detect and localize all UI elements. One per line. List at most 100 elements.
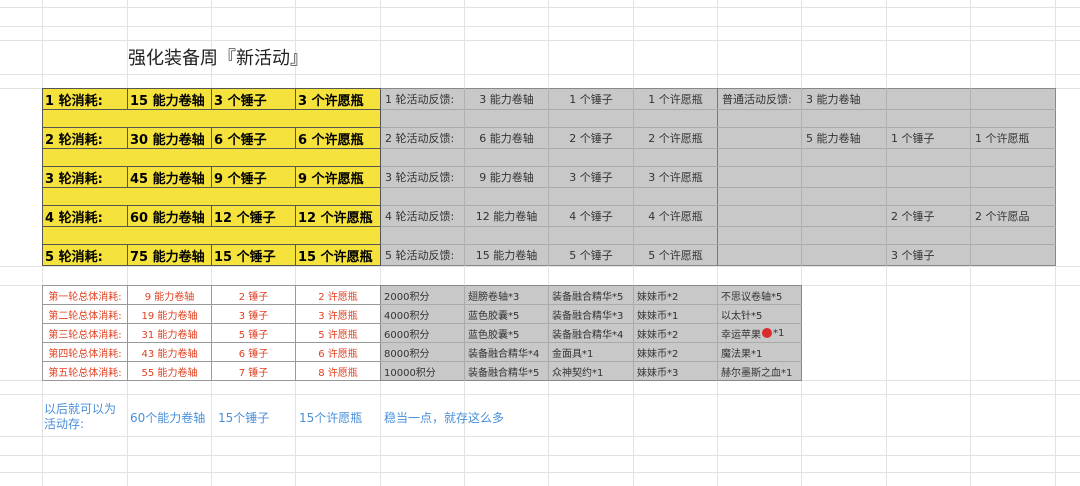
total-bottle-r3[interactable]: 5 许愿瓶	[295, 323, 381, 343]
reward-c-r2[interactable]: 妹妹币*1	[634, 305, 717, 323]
cost-scroll-r4[interactable]: 60 能力卷轴	[127, 205, 212, 227]
cost-spacer-row[interactable]	[42, 109, 381, 128]
cost-scroll-r3[interactable]: 45 能力卷轴	[127, 166, 212, 188]
total-label-r1[interactable]: 第一轮总体消耗:	[42, 285, 128, 305]
feedback-scroll-r3[interactable]: 9 能力卷轴	[465, 167, 548, 187]
cost-hammer-r1[interactable]: 3 个锤子	[211, 88, 296, 110]
total-label-r2[interactable]: 第二轮总体消耗:	[42, 304, 128, 324]
cost-label-r2[interactable]: 2 轮消耗:	[42, 127, 128, 149]
normal-feedback-label[interactable]: 普通活动反馈:	[718, 89, 801, 109]
total-scroll-r1[interactable]: 9 能力卷轴	[127, 285, 212, 305]
feedback-label-r4[interactable]: 4 轮活动反馈:	[381, 206, 464, 226]
feedback-bottle-r3[interactable]: 3 个许愿瓶	[634, 167, 717, 187]
feedback-hammer-r2[interactable]: 2 个锤子	[549, 128, 633, 148]
feedback-bottle-r4[interactable]: 4 个许愿瓶	[634, 206, 717, 226]
spreadsheet-grid[interactable]: 强化装备周『新活动』 1 轮消耗: 15 能力卷轴 3 个锤子 3 个许愿瓶 2…	[0, 0, 1080, 486]
cost-label-r5[interactable]: 5 轮消耗:	[42, 244, 128, 266]
reward-d-r1[interactable]: 不思议卷轴*5	[718, 286, 801, 304]
reward-points-r5[interactable]: 10000积分	[381, 362, 464, 380]
feedback-hammer-r3[interactable]: 3 个锤子	[549, 167, 633, 187]
cost-scroll-r2[interactable]: 30 能力卷轴	[127, 127, 212, 149]
feedback-scroll-r1[interactable]: 3 能力卷轴	[465, 89, 548, 109]
reward-d-r4[interactable]: 魔法果*1	[718, 343, 801, 361]
summary-note[interactable]: 稳当一点，就存这么多	[384, 408, 584, 426]
normal-feedback-r5-hammer[interactable]: 3 个锤子	[887, 245, 970, 265]
reward-d-r5[interactable]: 赫尔墨斯之血*1	[718, 362, 801, 380]
total-hammer-r5[interactable]: 7 锤子	[211, 361, 296, 381]
feedback-scroll-r2[interactable]: 6 能力卷轴	[465, 128, 548, 148]
cost-hammer-r4[interactable]: 12 个锤子	[211, 205, 296, 227]
reward-a-r5[interactable]: 装备融合精华*5	[465, 362, 548, 380]
reward-points-r1[interactable]: 2000积分	[381, 286, 464, 304]
normal-feedback-r4-item[interactable]: 2 个许愿品	[971, 206, 1055, 226]
reward-b-r2[interactable]: 装备融合精华*3	[549, 305, 633, 323]
total-bottle-r4[interactable]: 6 许愿瓶	[295, 342, 381, 362]
sheet-title[interactable]: 强化装备周『新活动』	[128, 42, 428, 72]
cost-hammer-r5[interactable]: 15 个锤子	[211, 244, 296, 266]
reward-c-r3[interactable]: 妹妹币*2	[634, 324, 717, 342]
total-label-r4[interactable]: 第四轮总体消耗:	[42, 342, 128, 362]
cost-bottle-r5[interactable]: 15 个许愿瓶	[295, 244, 381, 266]
total-scroll-r2[interactable]: 19 能力卷轴	[127, 304, 212, 324]
reward-points-r2[interactable]: 4000积分	[381, 305, 464, 323]
cost-spacer-row[interactable]	[42, 226, 381, 245]
reward-b-r3[interactable]: 装备融合精华*4	[549, 324, 633, 342]
reward-b-r5[interactable]: 众神契约*1	[549, 362, 633, 380]
normal-feedback-r2-hammer[interactable]: 1 个锤子	[887, 128, 970, 148]
total-hammer-r3[interactable]: 5 锤子	[211, 323, 296, 343]
feedback-scroll-r5[interactable]: 15 能力卷轴	[465, 245, 548, 265]
feedback-label-r2[interactable]: 2 轮活动反馈:	[381, 128, 464, 148]
feedback-hammer-r1[interactable]: 1 个锤子	[549, 89, 633, 109]
normal-feedback-r2-scroll[interactable]: 5 能力卷轴	[802, 128, 886, 148]
reward-c-r4[interactable]: 妹妹币*2	[634, 343, 717, 361]
cost-spacer-row[interactable]	[42, 148, 381, 167]
cost-label-r3[interactable]: 3 轮消耗:	[42, 166, 128, 188]
normal-feedback-r2-bottle[interactable]: 1 个许愿瓶	[971, 128, 1055, 148]
total-scroll-r5[interactable]: 55 能力卷轴	[127, 361, 212, 381]
cost-bottle-r1[interactable]: 3 个许愿瓶	[295, 88, 381, 110]
cost-label-r1[interactable]: 1 轮消耗:	[42, 88, 128, 110]
summary-bottle[interactable]: 15个许愿瓶	[299, 408, 379, 426]
total-bottle-r2[interactable]: 3 许愿瓶	[295, 304, 381, 324]
summary-hammer[interactable]: 15个锤子	[218, 408, 294, 426]
cost-hammer-r2[interactable]: 6 个锤子	[211, 127, 296, 149]
reward-d-r2[interactable]: 以太针*5	[718, 305, 801, 323]
feedback-scroll-r4[interactable]: 12 能力卷轴	[465, 206, 548, 226]
summary-scroll[interactable]: 60个能力卷轴	[130, 408, 212, 426]
cost-bottle-r3[interactable]: 9 个许愿瓶	[295, 166, 381, 188]
cost-spacer-row[interactable]	[42, 187, 381, 206]
reward-points-r3[interactable]: 6000积分	[381, 324, 464, 342]
cost-hammer-r3[interactable]: 9 个锤子	[211, 166, 296, 188]
cost-bottle-r4[interactable]: 12 个许愿瓶	[295, 205, 381, 227]
cost-bottle-r2[interactable]: 6 个许愿瓶	[295, 127, 381, 149]
feedback-label-r5[interactable]: 5 轮活动反馈:	[381, 245, 464, 265]
total-bottle-r1[interactable]: 2 许愿瓶	[295, 285, 381, 305]
summary-label[interactable]: 以后就可以为活动存:	[44, 400, 124, 434]
feedback-bottle-r2[interactable]: 2 个许愿瓶	[634, 128, 717, 148]
feedback-label-r1[interactable]: 1 轮活动反馈:	[381, 89, 464, 109]
reward-a-r2[interactable]: 蓝色胶囊*5	[465, 305, 548, 323]
total-scroll-r3[interactable]: 31 能力卷轴	[127, 323, 212, 343]
feedback-hammer-r5[interactable]: 5 个锤子	[549, 245, 633, 265]
total-hammer-r2[interactable]: 3 锤子	[211, 304, 296, 324]
feedback-label-r3[interactable]: 3 轮活动反馈:	[381, 167, 464, 187]
reward-a-r1[interactable]: 翅膀卷轴*3	[465, 286, 548, 304]
normal-feedback-r4-hammer[interactable]: 2 个锤子	[887, 206, 970, 226]
cost-scroll-r1[interactable]: 15 能力卷轴	[127, 88, 212, 110]
total-scroll-r4[interactable]: 43 能力卷轴	[127, 342, 212, 362]
reward-d-r3[interactable]: 幸运苹果 *1	[718, 324, 801, 342]
reward-a-r4[interactable]: 装备融合精华*4	[465, 343, 548, 361]
feedback-bottle-r5[interactable]: 5 个许愿瓶	[634, 245, 717, 265]
total-hammer-r4[interactable]: 6 锤子	[211, 342, 296, 362]
total-hammer-r1[interactable]: 2 锤子	[211, 285, 296, 305]
reward-b-r4[interactable]: 金面具*1	[549, 343, 633, 361]
normal-feedback-r1-scroll[interactable]: 3 能力卷轴	[802, 89, 886, 109]
reward-b-r1[interactable]: 装备融合精华*5	[549, 286, 633, 304]
total-label-r3[interactable]: 第三轮总体消耗:	[42, 323, 128, 343]
reward-c-r5[interactable]: 妹妹币*3	[634, 362, 717, 380]
reward-a-r3[interactable]: 蓝色胶囊*5	[465, 324, 548, 342]
cost-scroll-r5[interactable]: 75 能力卷轴	[127, 244, 212, 266]
feedback-bottle-r1[interactable]: 1 个许愿瓶	[634, 89, 717, 109]
feedback-hammer-r4[interactable]: 4 个锤子	[549, 206, 633, 226]
total-label-r5[interactable]: 第五轮总体消耗:	[42, 361, 128, 381]
